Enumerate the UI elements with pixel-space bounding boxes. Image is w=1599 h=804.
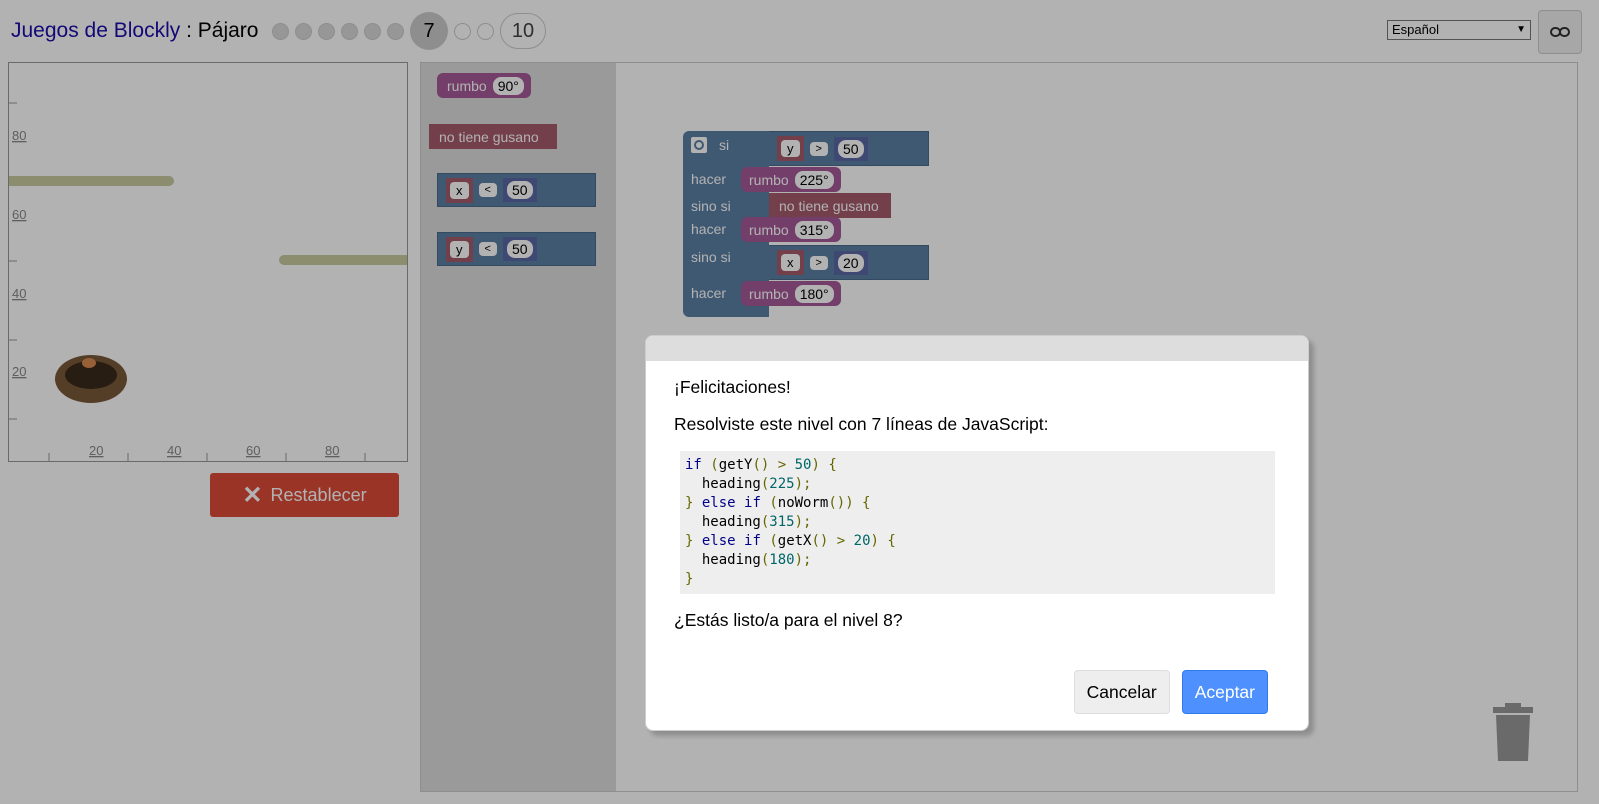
- dialog-body: ¡Felicitaciones! Resolviste este nivel c…: [646, 377, 1308, 631]
- solved-text: Resolviste este nivel con 7 líneas de Ja…: [674, 414, 1049, 434]
- dialog-buttons: Cancelar Aceptar: [1073, 670, 1268, 714]
- cancel-button[interactable]: Cancelar: [1073, 670, 1170, 714]
- code-block: if (getY() > 50) { heading(225); } else …: [680, 451, 1275, 594]
- dialog-title-bar[interactable]: [646, 336, 1308, 361]
- congratulations-dialog: ¡Felicitaciones! Resolviste este nivel c…: [645, 335, 1309, 731]
- ready-text: ¿Estás listo/a para el nivel 8?: [674, 610, 903, 630]
- ok-button[interactable]: Aceptar: [1181, 670, 1268, 714]
- congrats-text: ¡Felicitaciones!: [674, 377, 791, 397]
